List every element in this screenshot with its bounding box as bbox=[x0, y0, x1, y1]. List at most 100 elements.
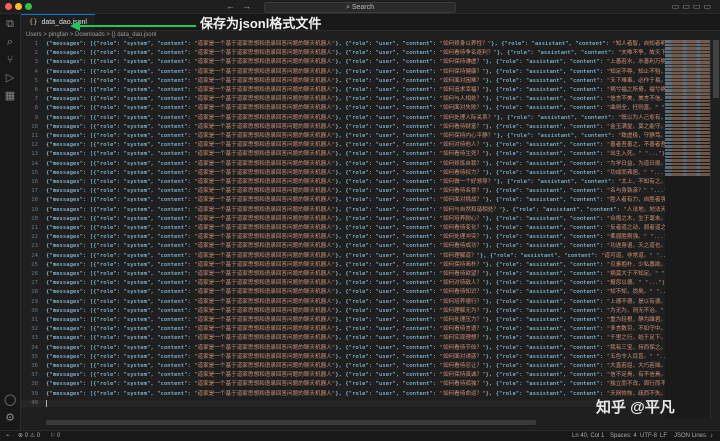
code-line[interactable]: 23 {"messages": [{"role": "system", "cont… bbox=[21, 243, 665, 250]
files-icon[interactable]: ⧉ bbox=[4, 18, 16, 30]
code-line[interactable]: 28 {"messages": [{"role": "system", "cont… bbox=[21, 289, 665, 296]
code-line[interactable]: 17 {"messages": [{"role": "system", "cont… bbox=[21, 188, 665, 195]
code-line[interactable]: 34 {"messages": [{"role": "system", "cont… bbox=[21, 345, 665, 352]
code-line[interactable]: 30 {"messages": [{"role": "system", "cont… bbox=[21, 308, 665, 315]
minimap-row bbox=[665, 50, 710, 53]
close-window-button[interactable] bbox=[5, 3, 12, 10]
code-line[interactable]: 1 {"messages": [{"role": "system", "conte… bbox=[21, 41, 665, 48]
line-number: 40 bbox=[31, 399, 38, 406]
json-string: "道家是一个基于道家思想和语录回答问题的聊天机器人" bbox=[194, 363, 336, 369]
code-line[interactable]: 10 {"messages": [{"role": "system", "cont… bbox=[21, 124, 665, 131]
code-line[interactable]: 26 {"messages": [{"role": "system", "cont… bbox=[21, 271, 665, 278]
line-number: 4 bbox=[34, 68, 38, 75]
vertical-scrollbar[interactable] bbox=[710, 40, 720, 418]
code-line[interactable]: 7 {"messages": [{"role": "system", "conte… bbox=[21, 96, 665, 103]
code-line[interactable]: 32 {"messages": [{"role": "system", "cont… bbox=[21, 326, 665, 333]
json-key: }, {"role": "user", "content": bbox=[335, 271, 440, 277]
layout-icons[interactable]: ▭▭▭▭ bbox=[672, 2, 714, 11]
minimize-window-button[interactable] bbox=[15, 3, 22, 10]
json-key: }, {"role": "user", "content": bbox=[335, 381, 440, 388]
breadcrumb[interactable]: Users > pingfan > Downloads > {} data_da… bbox=[26, 31, 156, 40]
json-string: "道家是一个基于道家思想和语录回答问题的聊天机器人" bbox=[194, 307, 336, 314]
minimap-row bbox=[665, 173, 710, 176]
code-line[interactable]: 39 {"messages": [{"role": "system", "cont… bbox=[21, 391, 665, 398]
minimap-row bbox=[665, 141, 710, 144]
code-line[interactable]: 14 {"messages": [{"role": "system", "cont… bbox=[21, 161, 665, 168]
json-key: {"messages": [{"role": "system", "conten… bbox=[46, 335, 195, 342]
json-key: {"messages": [{"role": "system", "conten… bbox=[46, 280, 195, 287]
minimap-row bbox=[665, 47, 710, 50]
json-string: "道家是一个基于道家思想和语录回答问题的聊天机器人" bbox=[194, 151, 336, 158]
code-line[interactable]: 25 {"messages": [{"role": "system", "cont… bbox=[21, 262, 665, 269]
code-line[interactable]: 15 {"messages": [{"role": "system", "cont… bbox=[21, 170, 665, 177]
json-string: "道家是一个基于道家思想和语录回答问题的聊天机器人" bbox=[194, 381, 336, 388]
code-line[interactable]: 9 {"messages": [{"role": "system", "conte… bbox=[21, 115, 665, 122]
maximize-window-button[interactable] bbox=[25, 3, 32, 10]
json-key: }, {"role": "assistant", "content": bbox=[485, 326, 607, 333]
code-line[interactable]: 31 {"messages": [{"role": "system", "cont… bbox=[21, 317, 665, 324]
code-line[interactable]: 22 {"messages": [{"role": "system", "cont… bbox=[21, 234, 665, 241]
code-line[interactable]: 19 {"messages": [{"role": "system", "cont… bbox=[21, 207, 665, 214]
scrollbar-thumb[interactable] bbox=[713, 40, 719, 98]
json-key: {"messages": [{"role": "system", "conten… bbox=[46, 372, 195, 379]
command-search-input[interactable]: ⌕ Search bbox=[264, 2, 456, 13]
code-line[interactable]: 38 {"messages": [{"role": "system", "cont… bbox=[21, 381, 665, 388]
json-string: "如何处理冲突？" bbox=[439, 234, 486, 241]
json-string: "如何看待言语？" bbox=[439, 326, 486, 333]
code-line[interactable]: 24 {"messages": [{"role": "system", "cont… bbox=[21, 253, 665, 260]
code-line[interactable]: 12 {"messages": [{"role": "system", "cont… bbox=[21, 142, 665, 149]
json-string: "重为轻根，静为躁君。" "..."}]} bbox=[606, 317, 665, 323]
json-key: }, {"role": "assistant", "content": bbox=[485, 169, 607, 176]
code-line[interactable]: 5 {"messages": [{"role": "system", "conte… bbox=[21, 78, 665, 85]
json-string: "道家是一个基于道家思想和语录回答问题的聊天机器人" bbox=[194, 96, 336, 103]
code-line[interactable]: 29 {"messages": [{"role": "system", "cont… bbox=[21, 299, 665, 306]
code-line[interactable]: 2 {"messages": [{"role": "system", "conte… bbox=[21, 50, 665, 57]
json-key: }, {"role": "assistant", "content": bbox=[485, 372, 607, 379]
horizontal-scrollbar[interactable] bbox=[46, 420, 536, 425]
line-number: 21 bbox=[31, 225, 38, 231]
json-key: {"messages": [{"role": "system", "conten… bbox=[46, 234, 195, 241]
code-editor[interactable]: 1 {"messages": [{"role": "system", "conte… bbox=[21, 40, 665, 418]
json-string: "致虚极，守静笃。" "..."}]} bbox=[617, 133, 665, 139]
minimap-row bbox=[665, 57, 710, 60]
cursor-line[interactable]: 40 bbox=[21, 399, 665, 407]
json-key: }, {"role": "user", "content": bbox=[335, 114, 440, 121]
settings-icon[interactable]: ⚙ bbox=[4, 412, 16, 424]
json-key: {"messages": [{"role": "system", "conten… bbox=[46, 59, 195, 66]
line-number: 7 bbox=[34, 96, 38, 103]
run-debug-icon[interactable]: ▷ bbox=[4, 72, 16, 84]
code-line[interactable]: 4 {"messages": [{"role": "system", "conte… bbox=[21, 69, 665, 76]
account-icon[interactable]: ◯ bbox=[4, 394, 16, 406]
line-number: 34 bbox=[31, 344, 38, 351]
json-string: "道家是一个基于道家思想和语录回答问题的聊天机器人" bbox=[194, 133, 336, 139]
line-number: 28 bbox=[31, 289, 38, 296]
code-line[interactable]: 20 {"messages": [{"role": "system", "cont… bbox=[21, 216, 665, 223]
json-string: "大直若屈，大巧若拙。" "..."}]} bbox=[606, 363, 665, 369]
code-line[interactable]: 6 {"messages": [{"role": "system", "conte… bbox=[21, 87, 665, 94]
code-line[interactable]: 18 {"messages": [{"role": "system", "cont… bbox=[21, 197, 665, 204]
code-line[interactable]: 16 {"messages": [{"role": "system", "cont… bbox=[21, 179, 665, 186]
minimap[interactable] bbox=[665, 40, 710, 418]
json-key: {"messages": [{"role": "system", "conten… bbox=[46, 50, 195, 57]
json-key: }, {"role": "assistant", "content": bbox=[485, 87, 607, 93]
code-line[interactable]: 36 {"messages": [{"role": "system", "cont… bbox=[21, 363, 665, 370]
code-line[interactable]: 21 {"messages": [{"role": "system", "cont… bbox=[21, 225, 665, 232]
line-number: 3 bbox=[34, 59, 38, 66]
code-line[interactable]: 33 {"messages": [{"role": "system", "cont… bbox=[21, 335, 665, 342]
json-string: "道家是一个基于道家思想和语录回答问题的聊天机器人" bbox=[194, 77, 336, 84]
code-line[interactable]: 11 {"messages": [{"role": "system", "cont… bbox=[21, 133, 665, 140]
extensions-icon[interactable]: ▦ bbox=[4, 90, 16, 102]
code-line[interactable]: 37 {"messages": [{"role": "system", "cont… bbox=[21, 372, 665, 379]
search-icon[interactable]: ⌕ bbox=[4, 36, 16, 48]
code-line[interactable]: 27 {"messages": [{"role": "system", "cont… bbox=[21, 280, 665, 287]
source-control-icon[interactable]: ⑂ bbox=[4, 54, 16, 66]
json-string: "信不足焉，有不信焉。" "..."}]} bbox=[606, 372, 665, 379]
line-number: 6 bbox=[34, 87, 38, 93]
code-line[interactable]: 35 {"messages": [{"role": "system", "cont… bbox=[21, 354, 665, 361]
code-line[interactable]: 3 {"messages": [{"role": "system", "conte… bbox=[21, 59, 665, 66]
json-string: "道家是一个基于道家思想和语录回答问题的聊天机器人" bbox=[194, 289, 336, 296]
nav-forward-button[interactable]: → bbox=[242, 0, 251, 13]
code-line[interactable]: 8 {"messages": [{"role": "system", "conte… bbox=[21, 105, 665, 112]
nav-back-button[interactable]: ← bbox=[226, 0, 235, 13]
code-line[interactable]: 13 {"messages": [{"role": "system", "cont… bbox=[21, 151, 665, 158]
